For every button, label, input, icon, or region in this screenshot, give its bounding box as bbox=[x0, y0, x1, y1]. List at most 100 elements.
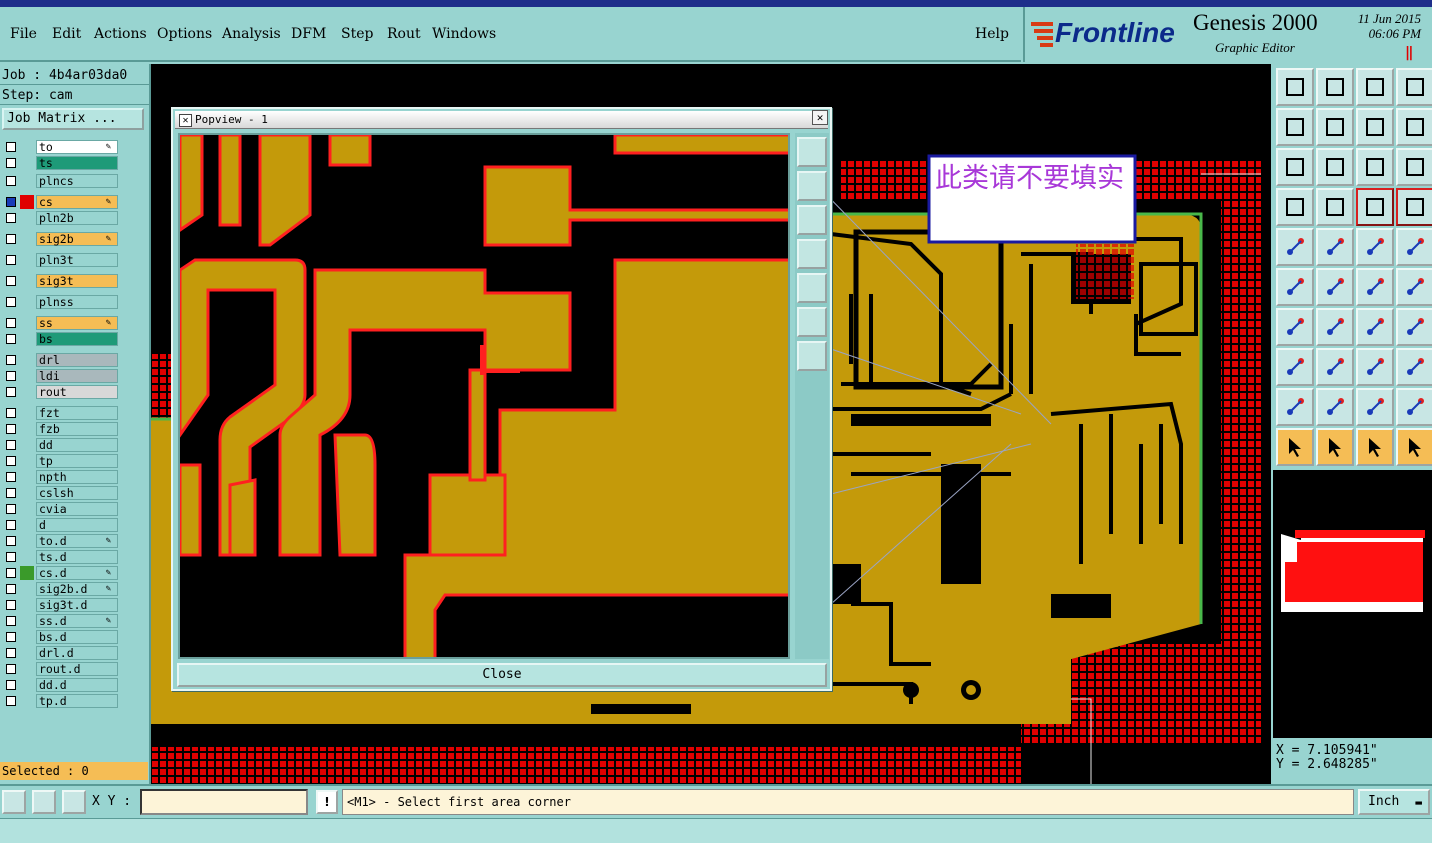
layer-row[interactable]: bs.d bbox=[2, 630, 122, 644]
layer-row[interactable]: ldi bbox=[2, 369, 122, 383]
layer-checkbox[interactable] bbox=[6, 456, 16, 466]
layer-name[interactable]: tp bbox=[36, 454, 118, 468]
layer-name[interactable]: to.d ✎ bbox=[36, 534, 118, 548]
layer-name[interactable]: rout.d bbox=[36, 662, 118, 676]
menu-windows[interactable]: Windows bbox=[432, 26, 496, 42]
layer-row[interactable]: ss.d ✎ bbox=[2, 614, 122, 628]
layer-row[interactable]: tp.d bbox=[2, 694, 122, 708]
home-icon[interactable] bbox=[1356, 68, 1394, 106]
layer-name[interactable]: to ✎ bbox=[36, 140, 118, 154]
popview-zoom-home-icon[interactable] bbox=[797, 171, 827, 201]
layer-row[interactable]: rout.d bbox=[2, 662, 122, 676]
layer-row[interactable]: fzt bbox=[2, 406, 122, 420]
angle-icon[interactable] bbox=[1276, 308, 1314, 346]
measure-icon[interactable] bbox=[32, 790, 56, 814]
select-node-icon[interactable] bbox=[1396, 428, 1432, 466]
popview-pan-left-icon[interactable] bbox=[797, 239, 827, 269]
select-icon[interactable] bbox=[1276, 428, 1314, 466]
layer-name[interactable]: plnss bbox=[36, 295, 118, 309]
layer-color-swatch[interactable] bbox=[20, 678, 34, 692]
layer-row[interactable]: sig2b.d ✎ bbox=[2, 582, 122, 596]
layer-checkbox[interactable] bbox=[6, 536, 16, 546]
layer-color-swatch[interactable] bbox=[20, 211, 34, 225]
layer-checkbox[interactable] bbox=[6, 176, 16, 186]
popview-zoom-in-icon[interactable] bbox=[797, 205, 827, 235]
menu-edit[interactable]: Edit bbox=[52, 26, 81, 42]
resize-icon[interactable] bbox=[1356, 348, 1394, 386]
layer-color-swatch[interactable] bbox=[20, 369, 34, 383]
layer-name[interactable]: plncs bbox=[36, 174, 118, 188]
layer-name[interactable]: drl bbox=[36, 353, 118, 367]
menu-help[interactable]: Help bbox=[975, 26, 1009, 42]
layer-checkbox[interactable] bbox=[6, 488, 16, 498]
layer-name[interactable]: ts bbox=[36, 156, 118, 170]
layer-name[interactable]: ts.d bbox=[36, 550, 118, 564]
layer-color-swatch[interactable] bbox=[20, 174, 34, 188]
arc-icon[interactable] bbox=[1356, 308, 1394, 346]
warning-icon[interactable]: ! bbox=[316, 790, 338, 814]
layer-checkbox[interactable] bbox=[6, 600, 16, 610]
layer-color-swatch[interactable] bbox=[20, 156, 34, 170]
layer-row[interactable]: rout bbox=[2, 385, 122, 399]
layer-row[interactable]: to.d ✎ bbox=[2, 534, 122, 548]
wave-icon[interactable] bbox=[1396, 108, 1432, 146]
layer-name[interactable]: d bbox=[36, 518, 118, 532]
popview-zoom-out-icon[interactable] bbox=[797, 307, 827, 337]
layer-name[interactable]: drl.d bbox=[36, 646, 118, 660]
menu-file[interactable]: File bbox=[10, 26, 37, 42]
layer-row[interactable]: sig2b ✎ bbox=[2, 232, 122, 246]
layer-checkbox[interactable] bbox=[6, 632, 16, 642]
layer-checkbox[interactable] bbox=[6, 424, 16, 434]
window-menu-icon[interactable]: ✕ bbox=[179, 114, 192, 127]
layer-row[interactable]: sig3t bbox=[2, 274, 122, 288]
layer-checkbox[interactable] bbox=[6, 584, 16, 594]
contour-icon[interactable] bbox=[1396, 388, 1432, 426]
layer-row[interactable]: cvia bbox=[2, 502, 122, 516]
zoom-box-icon[interactable] bbox=[1276, 148, 1314, 186]
layer-row[interactable]: cslsh bbox=[2, 486, 122, 500]
vertex-icon[interactable] bbox=[1356, 268, 1394, 306]
layer-name[interactable]: dd bbox=[36, 438, 118, 452]
layer-name[interactable]: rout bbox=[36, 385, 118, 399]
layer-color-swatch[interactable] bbox=[20, 518, 34, 532]
layer-row[interactable]: npth bbox=[2, 470, 122, 484]
popview-fit-icon[interactable] bbox=[797, 137, 827, 167]
layer-name[interactable]: ss ✎ bbox=[36, 316, 118, 330]
layer-row[interactable]: plncs bbox=[2, 174, 122, 188]
layer-row[interactable]: cs ✎ bbox=[2, 195, 122, 209]
grid-view-icon[interactable] bbox=[1316, 188, 1354, 226]
layer-name[interactable]: cslsh bbox=[36, 486, 118, 500]
menu-actions[interactable]: Actions bbox=[94, 26, 147, 42]
menu-analysis[interactable]: Analysis bbox=[222, 26, 281, 42]
layer-name[interactable]: fzb bbox=[36, 422, 118, 436]
layer-color-swatch[interactable] bbox=[20, 454, 34, 468]
arc-point-icon[interactable] bbox=[1396, 268, 1432, 306]
units-select[interactable]: Inch ▬ bbox=[1358, 789, 1430, 815]
line-icon[interactable] bbox=[1316, 308, 1354, 346]
layer-name[interactable]: sig2b.d ✎ bbox=[36, 582, 118, 596]
array-icon[interactable] bbox=[1396, 348, 1432, 386]
menu-options[interactable]: Options bbox=[157, 26, 212, 42]
layer-color-swatch[interactable] bbox=[20, 694, 34, 708]
ruler-icon[interactable] bbox=[1356, 228, 1394, 266]
connect-icon[interactable] bbox=[1276, 268, 1314, 306]
layer-color-swatch[interactable] bbox=[20, 195, 34, 209]
zoom-home-icon[interactable] bbox=[1316, 68, 1354, 106]
layer-row[interactable]: dd.d bbox=[2, 678, 122, 692]
triangle-icon[interactable] bbox=[1276, 388, 1314, 426]
layer-name[interactable]: tp.d bbox=[36, 694, 118, 708]
layer-name[interactable]: cs ✎ bbox=[36, 195, 118, 209]
snap-view-icon[interactable] bbox=[1276, 188, 1314, 226]
layer-checkbox[interactable] bbox=[6, 648, 16, 658]
layer-row[interactable]: fzb bbox=[2, 422, 122, 436]
layer-checkbox[interactable] bbox=[6, 568, 16, 578]
layer-checkbox[interactable] bbox=[6, 213, 16, 223]
layer-color-swatch[interactable] bbox=[20, 385, 34, 399]
layer-checkbox[interactable] bbox=[6, 552, 16, 562]
layer-row[interactable]: drl.d bbox=[2, 646, 122, 660]
layer-row[interactable]: ts.d bbox=[2, 550, 122, 564]
layer-name[interactable]: sig2b ✎ bbox=[36, 232, 118, 246]
layer-color-swatch[interactable] bbox=[20, 406, 34, 420]
layer-checkbox[interactable] bbox=[6, 234, 16, 244]
rect-pad-icon[interactable] bbox=[1276, 348, 1314, 386]
